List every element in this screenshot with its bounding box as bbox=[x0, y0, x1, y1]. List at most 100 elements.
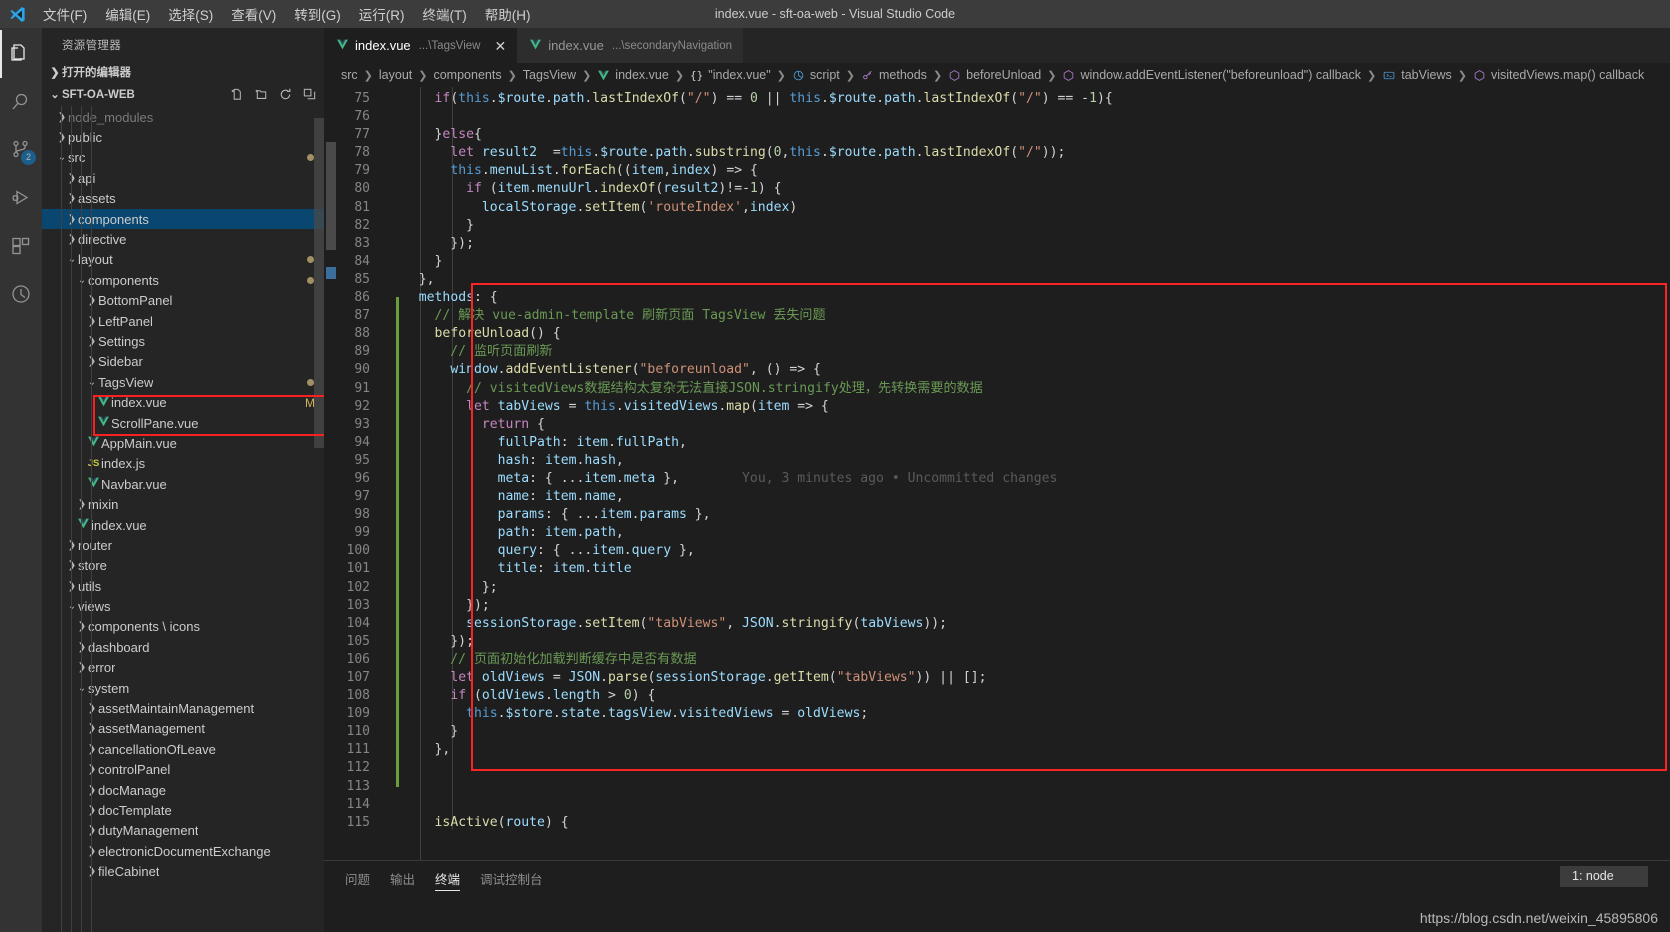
activity-search[interactable] bbox=[0, 78, 42, 126]
activity-timeline[interactable] bbox=[0, 270, 42, 318]
breadcrumb[interactable]: src ❯ layout ❯ components ❯ TagsView ❯ index.vue… bbox=[324, 63, 1670, 87]
tree-item-public[interactable]: ❯public bbox=[42, 127, 324, 147]
new-file-icon[interactable] bbox=[230, 87, 245, 102]
new-folder-icon[interactable] bbox=[254, 87, 269, 102]
tree-item-filecabinet[interactable]: ❯fileCabinet bbox=[42, 861, 324, 881]
tree-item-components[interactable]: ⌄components bbox=[42, 270, 324, 290]
workspace-root-label: SFT-OA-WEB bbox=[62, 88, 135, 101]
breadcrumb-item-8[interactable]: beforeUnload bbox=[948, 68, 1041, 82]
source-code: if(this.$route.path.lastIndexOf("/") == … bbox=[399, 90, 1670, 832]
tree-item-tagsview[interactable]: ⌄TagsView bbox=[42, 372, 324, 392]
activity-extensions[interactable] bbox=[0, 222, 42, 270]
breadcrumb-item-4[interactable]: index.vue bbox=[597, 68, 669, 82]
breadcrumb-item-11[interactable]: visitedViews.map() callback bbox=[1473, 68, 1644, 82]
code-line: params: { ...item.params }, bbox=[497, 507, 711, 523]
file-tree[interactable]: ❯node_modules❯public⌄src❯api❯assets❯comp… bbox=[42, 106, 324, 932]
vue-file-icon bbox=[96, 395, 111, 411]
tree-item-doctemplate[interactable]: ❯docTemplate bbox=[42, 800, 324, 820]
tree-item-index.vue[interactable]: index.vue M bbox=[42, 392, 324, 412]
tree-item-assets[interactable]: ❯assets bbox=[42, 189, 324, 209]
scrollbar-thumb[interactable] bbox=[326, 142, 336, 250]
tree-item-electronicdocumentexchange[interactable]: ❯electronicDocumentExchange bbox=[42, 841, 324, 861]
tree-item-label: directive bbox=[78, 232, 127, 248]
activity-source-control[interactable]: 2 bbox=[0, 126, 42, 174]
menu-terminal[interactable]: 终端(T) bbox=[414, 0, 476, 28]
tree-item-settings[interactable]: ❯Settings bbox=[42, 331, 324, 351]
tree-item-components-icons[interactable]: ❯components \ icons bbox=[42, 617, 324, 637]
menu-view[interactable]: 查看(V) bbox=[222, 0, 285, 28]
activity-explorer[interactable] bbox=[0, 30, 42, 78]
menu-file[interactable]: 文件(F) bbox=[34, 0, 96, 28]
tree-item-sidebar[interactable]: ❯Sidebar bbox=[42, 352, 324, 372]
collapse-all-icon[interactable] bbox=[302, 87, 317, 102]
panel-tab-terminal[interactable]: 终端 bbox=[425, 861, 470, 896]
close-icon[interactable]: ✕ bbox=[494, 39, 506, 53]
menu-selection[interactable]: 选择(S) bbox=[159, 0, 222, 28]
menu-go[interactable]: 转到(G) bbox=[285, 0, 350, 28]
line-number: 79 bbox=[354, 163, 370, 179]
tree-item-leftpanel[interactable]: ❯LeftPanel bbox=[42, 311, 324, 331]
line-number: 76 bbox=[354, 109, 370, 125]
panel-tab-output[interactable]: 输出 bbox=[380, 861, 425, 896]
bottom-panel: 问题 输出 终端 调试控制台 1: node https://blog.csdn… bbox=[324, 860, 1670, 932]
tree-item-dashboard[interactable]: ❯dashboard bbox=[42, 637, 324, 657]
menu-run[interactable]: 运行(R) bbox=[350, 0, 414, 28]
tree-item-cancellationofleave[interactable]: ❯cancellationOfLeave bbox=[42, 739, 324, 759]
breadcrumb-item-6[interactable]: script bbox=[792, 68, 840, 82]
workspace-root-row[interactable]: ⌄ SFT-OA-WEB bbox=[42, 83, 324, 106]
menu-edit[interactable]: 编辑(E) bbox=[96, 0, 159, 28]
tree-item-store[interactable]: ❯store bbox=[42, 556, 324, 576]
activity-run-debug[interactable] bbox=[0, 174, 42, 222]
tree-item-src[interactable]: ⌄src bbox=[42, 148, 324, 168]
tree-item-index.vue[interactable]: index.vue bbox=[42, 515, 324, 535]
tree-item-system[interactable]: ⌄system bbox=[42, 678, 324, 698]
code-line: // 解决 vue-admin-template 刷新页面 TagsView 丢… bbox=[403, 308, 826, 324]
tree-item-controlpanel[interactable]: ❯controlPanel bbox=[42, 760, 324, 780]
tree-item-index.js[interactable]: JS index.js bbox=[42, 454, 324, 474]
tree-item-utils[interactable]: ❯utils bbox=[42, 576, 324, 596]
fold-gutter[interactable] bbox=[384, 87, 396, 860]
tree-item-views[interactable]: ⌄views bbox=[42, 596, 324, 616]
tree-item-directive[interactable]: ❯directive bbox=[42, 229, 324, 249]
tree-item-mixin[interactable]: ❯mixin bbox=[42, 494, 324, 514]
breadcrumb-item-1[interactable]: layout bbox=[379, 68, 412, 82]
breadcrumb-item-0[interactable]: src bbox=[341, 68, 358, 82]
refresh-icon[interactable] bbox=[278, 87, 293, 102]
tab-index-vue-tagsview[interactable]: index.vue ...\TagsView ✕ bbox=[324, 28, 518, 63]
code-line: methods: { bbox=[418, 290, 498, 306]
tree-item-router[interactable]: ❯router bbox=[42, 535, 324, 555]
tree-item-layout[interactable]: ⌄layout bbox=[42, 250, 324, 270]
breadcrumb-item-9[interactable]: window.addEventListener("beforeunload") … bbox=[1062, 68, 1361, 82]
tree-item-navbar.vue[interactable]: Navbar.vue bbox=[42, 474, 324, 494]
open-editors-section[interactable]: ❯ 打开的编辑器 bbox=[42, 61, 324, 83]
panel-tab-problems[interactable]: 问题 bbox=[335, 861, 380, 896]
code-content[interactable]: if(this.$route.path.lastIndexOf("/") == … bbox=[399, 87, 1670, 860]
tab-bar-filler bbox=[743, 28, 1670, 63]
tab-index-vue-secondarynavigation[interactable]: index.vue ...\secondaryNavigation bbox=[517, 28, 744, 63]
tree-item-docmanage[interactable]: ❯docManage bbox=[42, 780, 324, 800]
panel-tab-debug-console[interactable]: 调试控制台 bbox=[470, 861, 553, 896]
breadcrumb-item-3[interactable]: TagsView bbox=[523, 68, 576, 82]
tree-item-assetmanagement[interactable]: ❯assetManagement bbox=[42, 719, 324, 739]
code-editor[interactable]: 75 76 77 78 79 80 81 82 83 84 85 86 87 88 89 90 91 92 93 94… bbox=[324, 87, 1670, 860]
tree-item-api[interactable]: ❯api bbox=[42, 168, 324, 188]
breadcrumb-item-5[interactable]: {} "index.vue" bbox=[690, 68, 771, 82]
terminal-selector[interactable]: 1: node bbox=[1560, 866, 1648, 887]
tree-item-components[interactable]: ❯components bbox=[42, 208, 324, 230]
code-line: let tabViews = this.visitedViews.map(ite… bbox=[466, 398, 829, 414]
code-line: title: item.title bbox=[497, 561, 632, 577]
breadcrumb-item-7[interactable]: methods bbox=[861, 68, 927, 82]
breadcrumb-item-10[interactable]: tabViews bbox=[1382, 68, 1452, 82]
tree-item-scrollpane.vue[interactable]: ScrollPane.vue bbox=[42, 413, 324, 433]
menu-help[interactable]: 帮助(H) bbox=[476, 0, 540, 28]
tree-item-assetmaintainmanagement[interactable]: ❯assetMaintainManagement bbox=[42, 698, 324, 718]
tree-item-dutymanagement[interactable]: ❯dutyManagement bbox=[42, 821, 324, 841]
sidebar-scrollbar[interactable] bbox=[314, 118, 324, 448]
tree-item-appmain.vue[interactable]: AppMain.vue bbox=[42, 433, 324, 453]
tree-item-bottompanel[interactable]: ❯BottomPanel bbox=[42, 291, 324, 311]
tree-item-error[interactable]: ❯error bbox=[42, 658, 324, 678]
tree-indent-guide bbox=[71, 106, 72, 932]
tree-item-node-modules[interactable]: ❯node_modules bbox=[42, 107, 324, 127]
breadcrumb-item-2[interactable]: components bbox=[433, 68, 501, 82]
